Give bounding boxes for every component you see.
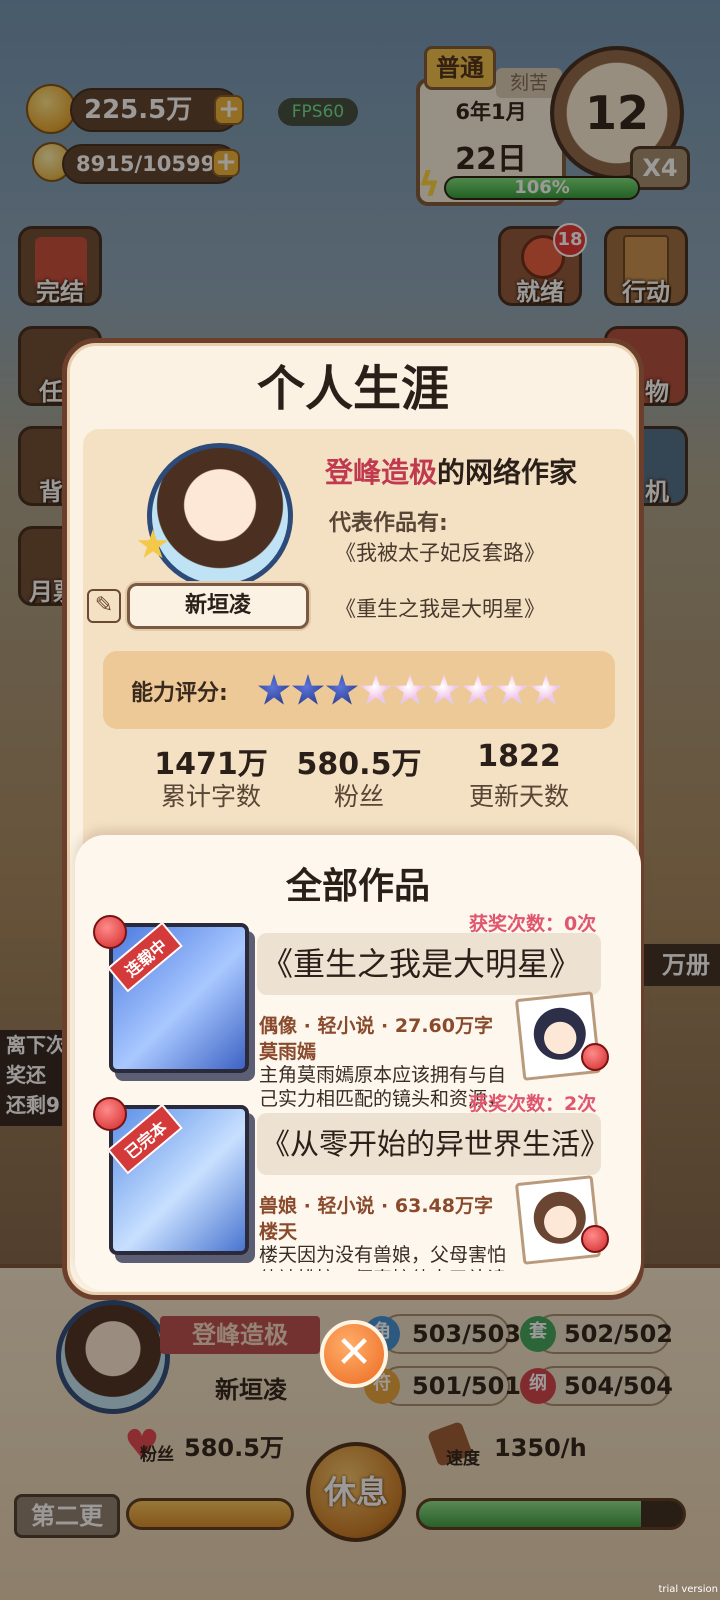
representative-work-2: 《重生之我是大明星》: [335, 597, 545, 621]
stat-fans-label: 粉丝: [333, 782, 384, 811]
works-title: 全部作品: [285, 866, 430, 907]
star-empty-icon: [394, 674, 426, 705]
award-count: 获奖次数：0次: [469, 913, 597, 935]
star-filled-icon: [258, 674, 290, 705]
work-heroine: 莫雨嫣: [259, 1041, 317, 1063]
pin-icon: [93, 1097, 127, 1131]
stat-update-days: 1822: [477, 739, 561, 774]
star-filled-icon: [292, 674, 324, 705]
work-title: 《重生之我是大明星》: [257, 933, 601, 995]
book-cover: 已完本: [107, 1103, 249, 1255]
works-section: 全部作品 连载中 获奖次数：0次 《重生之我是大明星》 偶像 · 轻小说 · 2…: [75, 835, 641, 1291]
star-filled-icon: [326, 674, 358, 705]
star-empty-icon: [530, 674, 562, 705]
rating-stars: [257, 673, 563, 711]
work-title: 《从零开始的异世界生活》: [257, 1113, 609, 1175]
star-empty-icon: [428, 674, 460, 705]
portrait-face: [531, 1005, 589, 1063]
career-title: 登峰造极的网络作家: [325, 451, 577, 491]
work-item[interactable]: 已完本 获奖次数：2次 《从零开始的异世界生活》 兽娘 · 轻小说 · 63.4…: [75, 1093, 641, 1273]
profile-card: ★ 登峰造极的网络作家 代表作品有: 《我被太子妃反套路》 《重生之我是大明星》…: [83, 429, 635, 889]
portrait-face: [531, 1189, 589, 1247]
work-description: 楼天因为没有兽娘，父母害怕他被排挤，便直接他去了补读: [259, 1244, 507, 1271]
career-rank: 登峰造极: [325, 456, 438, 489]
pin-icon: [93, 915, 127, 949]
author-name-field[interactable]: 新垣凌: [127, 583, 309, 629]
modal-title: 个人生涯: [256, 361, 449, 417]
pin-icon: [581, 1225, 609, 1253]
career-modal: 个人生涯 ★ 登峰造极的网络作家 代表作品有: 《我被太子妃反套路》 《重生之我…: [62, 338, 644, 1300]
book-cover: 连载中: [107, 921, 249, 1073]
work-item[interactable]: 连载中 获奖次数：0次 《重生之我是大明星》 偶像 · 轻小说 · 27.60万…: [75, 913, 641, 1110]
star-empty-icon: [360, 674, 392, 705]
work-meta: 偶像 · 轻小说 · 27.60万字: [259, 1015, 493, 1037]
representative-work-1: 《我被太子妃反套路》: [335, 541, 545, 565]
watermark: trial version: [658, 1584, 718, 1595]
career-rank-suffix: 的网络作家: [437, 456, 578, 489]
close-icon[interactable]: ✕: [320, 1320, 388, 1388]
representative-label: 代表作品有:: [329, 511, 448, 536]
star-empty-icon: [462, 674, 494, 705]
rating-bar: 能力评分:: [103, 651, 615, 729]
game-screen: 225.5万 + 8915/10599 + FPS60 刻苦 6年1月 22日 …: [0, 0, 720, 1600]
pin-icon: [581, 1043, 609, 1071]
work-heroine: 楼天: [259, 1221, 298, 1243]
award-count: 获奖次数：2次: [469, 1093, 597, 1115]
star-decoration-icon: ★: [135, 522, 171, 568]
star-empty-icon: [496, 674, 528, 705]
edit-name-icon[interactable]: ✎: [87, 589, 121, 623]
work-meta: 兽娘 · 轻小说 · 63.48万字: [259, 1195, 493, 1217]
rating-label: 能力评分:: [131, 681, 228, 706]
stat-update-days-label: 更新天数: [468, 782, 569, 811]
